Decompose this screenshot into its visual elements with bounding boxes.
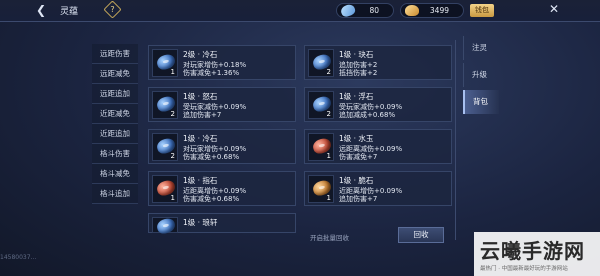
item-count: 2 — [170, 152, 175, 160]
category-item[interactable]: 远距减免 — [92, 64, 138, 84]
item-icon-slot: 1 — [308, 175, 334, 203]
item-stat: 追加减成+0.68% — [339, 111, 396, 119]
category-item[interactable]: 远距伤害 — [92, 44, 138, 64]
item-name: 1级 · 琅轩 — [183, 218, 218, 227]
item-card[interactable]: 1 1级 · 指石 近距离增伤+0.09% 伤害减免+0.68% — [148, 171, 296, 206]
divider — [455, 40, 456, 240]
tab-inject[interactable]: 注灵 — [463, 36, 499, 60]
feather-gem-icon — [339, 2, 357, 19]
item-name: 1级 · 浮石 — [339, 92, 374, 101]
item-stat: 伤害减免+7 — [339, 153, 378, 161]
item-count: 2 — [326, 110, 331, 118]
item-name: 1级 · 怒石 — [183, 92, 218, 101]
item-icon-slot: 2 — [152, 91, 178, 119]
item-card[interactable]: 2 1级 · 浮石 受玩家减伤+0.09% 追加减成+0.68% — [304, 87, 452, 122]
item-card[interactable]: 2 1级 · 怒石 受玩家减伤+0.09% 追加伤害+7 — [148, 87, 296, 122]
item-count: 1 — [326, 152, 331, 160]
item-stat: 伤害减免+0.68% — [183, 153, 240, 161]
item-name: 1级 · 脆石 — [339, 176, 374, 185]
category-item[interactable]: 格斗减免 — [92, 164, 138, 184]
item-name: 1级 · 水玉 — [339, 134, 374, 143]
watermark-logo: 云曦手游网 最热门 · 中国最新最好玩的手游网站 — [474, 232, 600, 276]
item-card[interactable]: 1级 · 琅轩 — [148, 213, 296, 236]
item-card[interactable]: 1 2级 · 冷石 对玩家增伤+0.18% 伤害减免+1.36% — [148, 45, 296, 80]
item-count: 2 — [170, 110, 175, 118]
gem-icon — [155, 216, 177, 236]
uid-text: 14580037... — [0, 254, 37, 261]
help-button[interactable]: ? — [103, 0, 122, 19]
item-icon-slot: 2 — [308, 91, 334, 119]
category-item[interactable]: 近距追加 — [92, 124, 138, 144]
item-stat: 伤害减免+1.36% — [183, 69, 240, 77]
item-icon-slot: 1 — [308, 133, 334, 161]
item-card[interactable]: 1 1级 · 水玉 远距离减伤+0.09% 伤害减免+7 — [304, 129, 452, 164]
page-title: 灵蕴 — [60, 7, 79, 17]
tab-bag[interactable]: 背包 — [463, 90, 499, 114]
currency-gold: 3499 — [400, 3, 464, 18]
currency-feather: 80 — [336, 2, 394, 19]
category-list: 远距伤害 远距减免 远距追加 近距减免 近距追加 格斗伤害 格斗减免 格斗追加 — [92, 44, 138, 204]
item-icon-slot: 1 — [152, 49, 178, 77]
watermark-title: 云曦手游网 — [480, 239, 585, 263]
item-card[interactable]: 2 1级 · 玦石 追加伤害+2 抵挡伤害+2 — [304, 45, 452, 80]
question-icon: ? — [110, 5, 115, 14]
recycle-button[interactable]: 回收 — [398, 227, 444, 243]
close-icon[interactable]: ✕ — [549, 2, 563, 16]
side-tabs: 注灵 升级 背包 — [463, 36, 499, 117]
back-arrow-icon[interactable]: ❮ — [36, 3, 50, 17]
category-item[interactable]: 格斗追加 — [92, 184, 138, 204]
currency-feather-value: 80 — [369, 6, 379, 15]
top-bar: ❮ 灵蕴 ? 80 3499 钱包 ✕ — [0, 0, 600, 22]
item-stat: 抵挡伤害+2 — [339, 69, 378, 77]
item-name: 2级 · 冷石 — [183, 50, 218, 59]
item-icon-slot: 1 — [152, 175, 178, 203]
item-icon-slot — [152, 216, 178, 236]
item-name: 1级 · 玦石 — [339, 50, 374, 59]
item-icon-slot: 2 — [308, 49, 334, 77]
item-stat: 追加伤害+7 — [339, 195, 378, 203]
item-count: 2 — [326, 68, 331, 76]
item-card[interactable]: 2 1级 · 冷石 对玩家增伤+0.09% 伤害减免+0.68% — [148, 129, 296, 164]
item-card[interactable]: 1 1级 · 脆石 近距离增伤+0.09% 追加伤害+7 — [304, 171, 452, 206]
item-name: 1级 · 冷石 — [183, 134, 218, 143]
item-count: 1 — [326, 194, 331, 202]
item-count: 1 — [170, 68, 175, 76]
batch-recycle-hint[interactable]: 开启批量回收 — [310, 232, 349, 242]
item-stat: 伤害减免+0.68% — [183, 195, 240, 203]
currency-gold-value: 3499 — [429, 6, 449, 15]
category-item[interactable]: 格斗伤害 — [92, 144, 138, 164]
item-name: 1级 · 指石 — [183, 176, 218, 185]
item-count: 1 — [170, 194, 175, 202]
item-icon-slot: 2 — [152, 133, 178, 161]
category-item[interactable]: 近距减免 — [92, 104, 138, 124]
item-stat: 追加伤害+7 — [183, 111, 222, 119]
gold-coin-icon — [405, 5, 419, 16]
wallet-button[interactable]: 钱包 — [470, 4, 494, 17]
tab-upgrade[interactable]: 升级 — [463, 63, 499, 87]
watermark-subtitle: 最热门 · 中国最新最好玩的手游网站 — [480, 266, 568, 272]
category-item[interactable]: 远距追加 — [92, 84, 138, 104]
